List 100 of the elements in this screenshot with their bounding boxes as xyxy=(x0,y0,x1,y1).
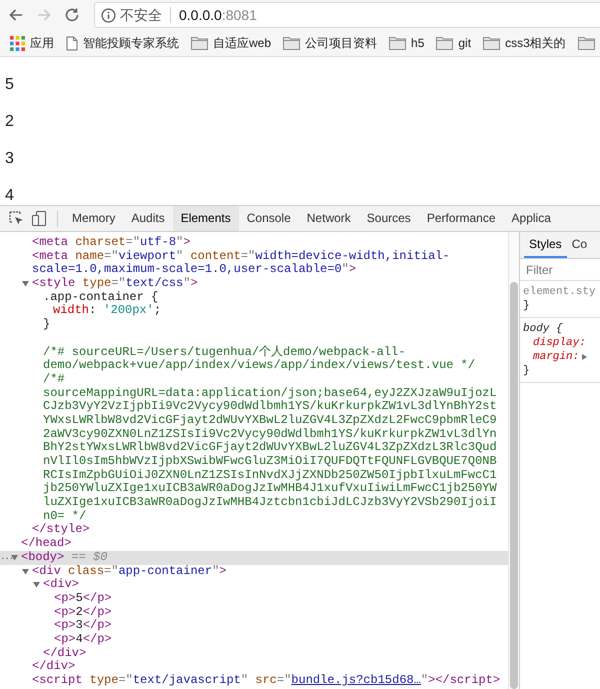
tree-row[interactable]: <p>5</p> xyxy=(0,592,508,606)
rule-selector: element.sty xyxy=(523,285,597,299)
paragraph-text: 2 xyxy=(5,112,15,132)
tree-row[interactable]: demo/webpack+vue/app/index/views/app/index/views/test.vue */ xyxy=(0,359,508,373)
code-line: RCIsImZpbGUiOiJ0ZXN0LnZ1ZSIsInNvdXJjZXNDb250ZW50IjpbIlxuLmFwcC1 xyxy=(43,468,497,482)
code-line: scale=1.0,maximum-scale=1.0,user-scalable=0"> xyxy=(32,262,356,276)
css-property[interactable]: display: xyxy=(533,336,586,350)
devtools-tab[interactable]: Performance xyxy=(418,206,504,231)
rule-selector: body { xyxy=(523,322,564,336)
code-line: <p>5</p> xyxy=(54,590,112,605)
tree-row[interactable]: <p>4</p> xyxy=(0,632,508,647)
code-line: <style type="text/css"> xyxy=(32,276,198,290)
bookmark-item[interactable]: 应用 xyxy=(10,34,54,52)
tree-row[interactable]: /*# xyxy=(0,372,508,387)
bookmark-item[interactable]: 自适应web xyxy=(191,34,272,52)
tree-row[interactable]: <meta charset="utf-8"> xyxy=(0,236,508,250)
bookmark-item[interactable]: 智能投顾专家系统 xyxy=(66,34,179,52)
code-line: YWxsLWRlbW8vd2VicGFjayt2dWUvYXBwL2luZGV4L3ZpZXdzL2FwcC9pbmRleC9 xyxy=(43,412,497,427)
tree-row[interactable]: RCIsImZpbGUiOiJ0ZXN0LnZ1ZSIsInNvdXJjZXNDb250ZW50IjpbIlxuLmFwcC1 xyxy=(0,468,508,482)
code-line: </div> xyxy=(43,646,86,660)
tree-row[interactable]: 2aWV3cy90ZXN0LnZ1ZSIsIi9Vc2Vycy90dWdlbmh1YS/kuKrkurpkZW1vL3dlYn xyxy=(0,428,508,442)
devtools-tab[interactable]: Network xyxy=(298,206,359,231)
sidebar-tab[interactable]: Co xyxy=(566,237,592,258)
tree-row[interactable]: </style> xyxy=(0,523,508,538)
page-icon xyxy=(66,36,78,50)
tree-row[interactable]: </head> xyxy=(0,537,508,551)
code-line: sourceMappingURL=data:application/json;base64,eyJ2ZXJzaW9uIjozL xyxy=(43,386,497,400)
bookmark-item[interactable]: h5 xyxy=(389,36,424,50)
tree-row[interactable]: <p>3</p> xyxy=(0,619,508,633)
tree-row[interactable]: /*# sourceURL=/Users/tugenhua/个人demo/webpack-all- xyxy=(0,346,508,360)
code-line: n0= */ xyxy=(43,508,86,523)
bookmark-label[interactable]: css3相关的 xyxy=(505,34,566,52)
tree-row[interactable]: sourceMappingURL=data:application/json;base64,eyJ2ZXJzaW9uIjozL xyxy=(0,386,508,400)
bookmark-label[interactable]: 应用 xyxy=(30,34,54,52)
tree-row[interactable]: } xyxy=(0,318,508,332)
info-icon[interactable] xyxy=(101,8,116,22)
disclosure-triangle-icon[interactable] xyxy=(11,554,18,561)
code-line: jb250YWluZXIge1xuICB3aWR0aDogJzIwMHB4J1xufVxuIiwiLmFwcC1jb250YW xyxy=(43,481,497,496)
code-line: <body> == $0 xyxy=(21,550,108,564)
disclosure-triangle-icon[interactable] xyxy=(22,280,29,288)
folder-icon[interactable] xyxy=(578,36,595,50)
tree-row[interactable]: ... <body> == $0 xyxy=(0,550,508,564)
devtools-tab[interactable]: Elements xyxy=(172,206,239,231)
disclosure-triangle-icon[interactable] xyxy=(33,581,40,588)
tree-row[interactable]: <p>2</p> xyxy=(0,606,508,620)
tree-row[interactable]: <script type="text/javascript" src="bundle.js?cb15d68…"></script> xyxy=(0,674,508,688)
reload-icon[interactable] xyxy=(64,7,80,23)
tree-row[interactable]: <style type="text/css"> xyxy=(0,277,508,291)
devtools-tab[interactable]: Applica xyxy=(504,206,559,231)
bookmark-label[interactable]: h5 xyxy=(411,36,424,50)
tree-row[interactable]: </div> xyxy=(0,660,508,674)
link[interactable]: bundle.js?cb15d68… xyxy=(291,673,421,687)
tree-row[interactable]: jb250YWluZXIge1xuICB3aWR0aDogJzIwMHB4J1xufVxuIiwiLmFwcC1jb250YW xyxy=(0,482,508,496)
expand-triangle-icon[interactable] xyxy=(582,354,588,360)
tree-row[interactable]: n0= */ xyxy=(0,510,508,524)
url-text[interactable]: 0.0.0.0:8081 xyxy=(175,7,257,23)
devtools-tab[interactable]: Sources xyxy=(358,206,419,231)
bookmark-label[interactable]: git xyxy=(458,36,472,50)
bookmark-label[interactable]: 公司项目资料 xyxy=(305,34,378,52)
scrollbar-thumb[interactable] xyxy=(510,282,518,689)
disclosure-triangle-icon[interactable] xyxy=(22,568,29,574)
code-line: <meta charset="utf-8"> xyxy=(32,235,190,249)
devtools-tab[interactable]: Memory xyxy=(64,206,124,231)
folder-icon xyxy=(483,36,500,50)
tree-row[interactable]: luZXIge1xuICB3aWR0aDogJzIwMHB4Jztcbn1cbiJdLCJzb3VyY2VSb290IjoiI xyxy=(0,496,508,510)
security-label[interactable]: 不安全 xyxy=(120,7,171,23)
bookmark-item[interactable]: git xyxy=(436,36,472,50)
tree-row[interactable]: YWxsLWRlbW8vd2VicGFjayt2dWUvYXBwL2luZGV4L3ZpZXdzL2FwcC9pbmRleC9 xyxy=(0,414,508,428)
folder-icon xyxy=(283,36,300,50)
tree-row[interactable]: <div> xyxy=(0,578,508,592)
tree-row[interactable]: .app-container { xyxy=(0,290,508,304)
back-arrow-icon[interactable] xyxy=(8,7,24,23)
code-line: <div class="app-container"> xyxy=(32,564,226,578)
code-line: </div> xyxy=(32,659,76,674)
tree-row[interactable]: </div> xyxy=(0,646,508,660)
tree-row[interactable]: nVlIl0sIm5hbWVzIjpbXSwibWFwcGluZ3MiOiI7QUFDQTtFQUNFLGVBQUE7Q0NB xyxy=(0,455,508,469)
bookmark-item[interactable]: css3相关的 xyxy=(483,34,566,52)
tree-row[interactable]: CJzb3VyY2VzIjpbIi9Vc2Vycy90dWdlbmh1YS/kuKrkurpkZW1vL3dlYnBhY2st xyxy=(0,400,508,414)
css-property[interactable]: margin: xyxy=(533,350,580,364)
inspect-cursor-icon[interactable] xyxy=(9,211,24,226)
paragraph-text: 4 xyxy=(5,186,15,205)
bookmark-item[interactable]: 公司项目资料 xyxy=(283,34,378,52)
tree-row[interactable]: BhY2stYWxsLWRlbW8vd2VicGFjayt2dWUvYXBwL2luZGV4L3ZpZXdzL3Rlc3Qud xyxy=(0,441,508,455)
tree-row[interactable]: <meta name="viewport" content="width=device-width,initial- xyxy=(0,250,508,264)
address-bar[interactable]: 不安全 0.0.0.0:8081 xyxy=(94,2,600,28)
rule-brace: } xyxy=(523,364,531,378)
tree-row[interactable]: scale=1.0,maximum-scale=1.0,user-scalable=0"> xyxy=(0,263,508,278)
devtools-tab[interactable]: Audits xyxy=(123,206,173,231)
bookmark-label[interactable]: 自适应web xyxy=(213,34,272,52)
tree-row[interactable]: width: '200px'; xyxy=(0,304,508,318)
code-line: /*# sourceURL=/Users/tugenhua/个人demo/webpack-all- xyxy=(43,344,406,358)
tree-row[interactable]: <div class="app-container"> xyxy=(0,564,508,578)
device-toggle-icon[interactable] xyxy=(32,211,47,226)
code-line: <p>2</p> xyxy=(54,604,112,619)
devtools-tab[interactable]: Console xyxy=(238,206,299,231)
ellipsis-marker[interactable]: ... xyxy=(0,550,14,565)
code-line: <p>4</p> xyxy=(54,632,112,646)
paragraph-text: 3 xyxy=(5,149,15,169)
bookmark-label[interactable]: 智能投顾专家系统 xyxy=(83,34,179,52)
code-line: <meta name="viewport" content="width=device-width,initial- xyxy=(32,248,450,263)
